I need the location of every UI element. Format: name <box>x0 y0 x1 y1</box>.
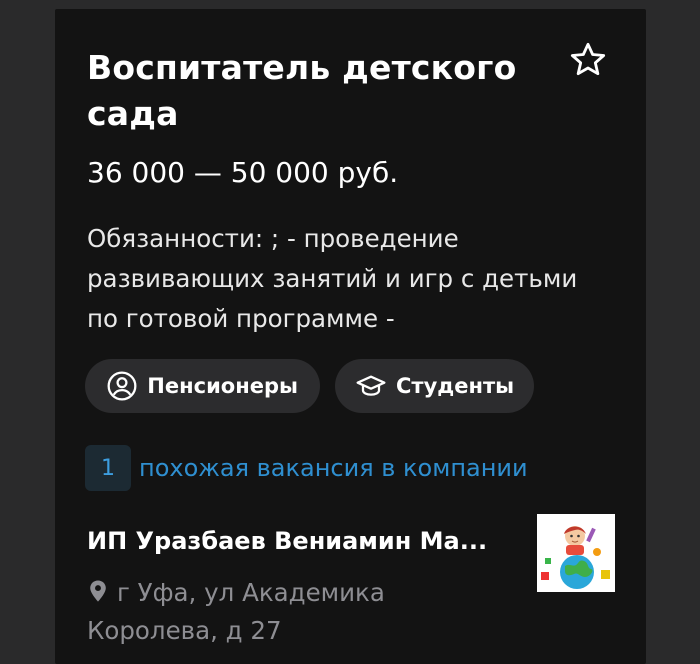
vacancy-description: Обязанности: ; - проведение развивающих … <box>87 224 578 333</box>
company-address: г Уфа, ул Академика Королева, д 27 <box>87 575 487 649</box>
salary: 36 000 — 50 000 руб. <box>87 156 399 189</box>
favorite-button[interactable] <box>565 37 611 83</box>
company-name[interactable]: ИП Уразбаев Вениамин Ма... <box>87 524 497 558</box>
graduation-cap-icon <box>355 369 387 403</box>
star-icon <box>570 42 606 76</box>
tag-pensioners[interactable]: Пенсионеры <box>85 359 320 413</box>
address-text: г Уфа, ул Академика Королева, д 27 <box>87 578 385 645</box>
location-pin-icon <box>87 577 111 613</box>
tag-label: Пенсионеры <box>147 374 298 398</box>
tag-students[interactable]: Студенты <box>335 359 534 413</box>
company-logo[interactable] <box>537 514 615 592</box>
similar-vacancies-label[interactable]: похожая вакансия в компании <box>139 454 528 482</box>
similar-vacancies-link[interactable]: 1 похожая вакансия в компании <box>85 445 528 491</box>
person-circle-icon <box>105 369 138 403</box>
similar-count-badge: 1 <box>85 445 131 491</box>
tag-label: Студенты <box>396 374 515 398</box>
vacancy-card[interactable]: Воспитатель детского сада 36 000 — 50 00… <box>55 9 646 664</box>
vacancy-title[interactable]: Воспитатель детского сада <box>87 45 517 137</box>
